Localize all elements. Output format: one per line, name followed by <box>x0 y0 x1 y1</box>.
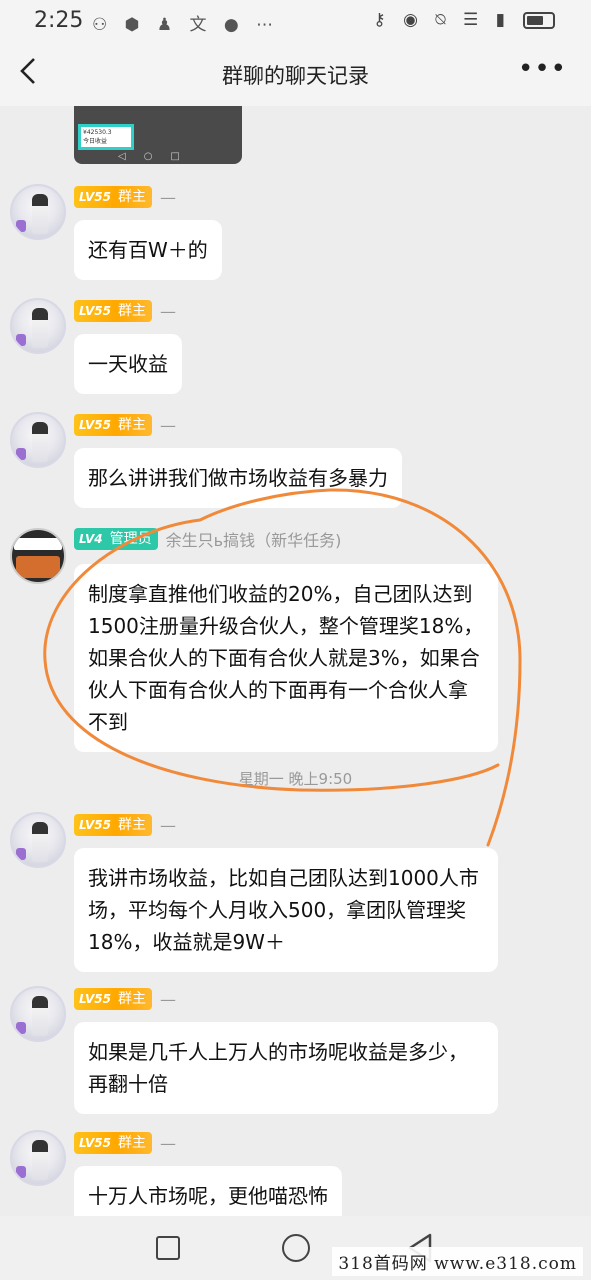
role-badge: 群主 <box>115 988 152 1010</box>
image-card-amount: ¥42530.3 <box>83 129 112 136</box>
level-badge: LV55 <box>74 988 116 1010</box>
sender-name: — <box>159 301 176 321</box>
sender-name: — <box>159 989 176 1009</box>
sender-name: — <box>159 187 176 207</box>
role-badge: 管理员 <box>107 528 158 550</box>
sender-name: — <box>159 1133 176 1153</box>
role-badge: 群主 <box>115 186 152 208</box>
level-badge: LV55 <box>74 1132 116 1154</box>
level-badge: LV4 <box>74 528 108 550</box>
avatar[interactable] <box>10 812 66 868</box>
system-status-icons: ⚷ ◉ ⍉ ☰ ▮ <box>373 10 511 30</box>
message-meta: LV55 群主 — <box>74 414 176 436</box>
image-nav-icons: ◁○□ <box>118 151 198 162</box>
message-bubble[interactable]: 还有百W＋的 <box>74 220 222 280</box>
nav-bar: 群聊的聊天记录 ••• <box>0 42 591 106</box>
image-card-label: 今日收益 <box>83 138 108 145</box>
avatar[interactable] <box>10 986 66 1042</box>
chat-history[interactable]: ¥42530.3 今日收益 ◁○□ LV55 群主 — 还有百W＋的 LV55 … <box>0 106 591 1216</box>
role-badge: 群主 <box>115 814 152 836</box>
message-meta: LV55 群主 — <box>74 186 176 208</box>
role-badge: 群主 <box>115 1132 152 1154</box>
image-income-card: ¥42530.3 今日收益 <box>78 124 134 150</box>
status-time: 2:25 <box>34 8 84 33</box>
message-bubble[interactable]: 如果是几千人上万人的市场呢收益是多少，再翻十倍 <box>74 1022 498 1114</box>
message-meta: LV55 群主 — <box>74 300 176 322</box>
more-menu-button[interactable]: ••• <box>518 54 567 84</box>
sender-name: — <box>159 415 176 435</box>
level-badge: LV55 <box>74 186 116 208</box>
battery-icon <box>523 12 555 29</box>
avatar[interactable] <box>10 1130 66 1186</box>
message-bubble[interactable]: 制度拿直推他们收益的20%，自己团队达到1500注册量升级合伙人，整个管理奖18… <box>74 564 498 752</box>
level-badge: LV55 <box>74 300 116 322</box>
level-badge: LV55 <box>74 814 116 836</box>
status-bar: 2:25 ⚇ ⬢ ♟ ⽂ ● ⋯ ⚷ ◉ ⍉ ☰ ▮ <box>0 0 591 42</box>
image-message[interactable]: ¥42530.3 今日收益 ◁○□ <box>74 106 242 164</box>
watermark: 318首码网 www.e318.com <box>332 1247 583 1276</box>
level-badge: LV55 <box>74 414 116 436</box>
message-meta: LV4 管理员 余生只ь搞钱（新华任务) <box>74 528 341 550</box>
message-meta: LV55 群主 — <box>74 1132 176 1154</box>
message-bubble[interactable]: 我讲市场收益，比如自己团队达到1000人市场，平均每个人月收入500，拿团队管理… <box>74 848 498 972</box>
role-badge: 群主 <box>115 300 152 322</box>
sender-name: 余生只ь搞钱（新华任务) <box>165 531 342 550</box>
message-bubble[interactable]: 一天收益 <box>74 334 182 394</box>
home-button[interactable] <box>282 1234 310 1262</box>
page-title: 群聊的聊天记录 <box>222 64 369 88</box>
message-timestamp: 星期一 晚上9:50 <box>238 770 353 788</box>
avatar[interactable] <box>10 184 66 240</box>
message-meta: LV55 群主 — <box>74 988 176 1010</box>
role-badge: 群主 <box>115 414 152 436</box>
message-bubble[interactable]: 十万人市场呢，更他喵恐怖 <box>74 1166 342 1216</box>
system-nav-bar: 318首码网 www.e318.com <box>0 1216 591 1280</box>
admin-avatar[interactable] <box>10 528 66 584</box>
battery-level <box>527 16 543 25</box>
message-meta: LV55 群主 — <box>74 814 176 836</box>
notification-icons: ⚇ ⬢ ♟ ⽂ ● ⋯ <box>92 15 280 35</box>
avatar[interactable] <box>10 412 66 468</box>
recent-apps-button[interactable] <box>156 1236 180 1260</box>
sender-name: — <box>159 815 176 835</box>
message-bubble[interactable]: 那么讲讲我们做市场收益有多暴力 <box>74 448 402 508</box>
avatar[interactable] <box>10 298 66 354</box>
